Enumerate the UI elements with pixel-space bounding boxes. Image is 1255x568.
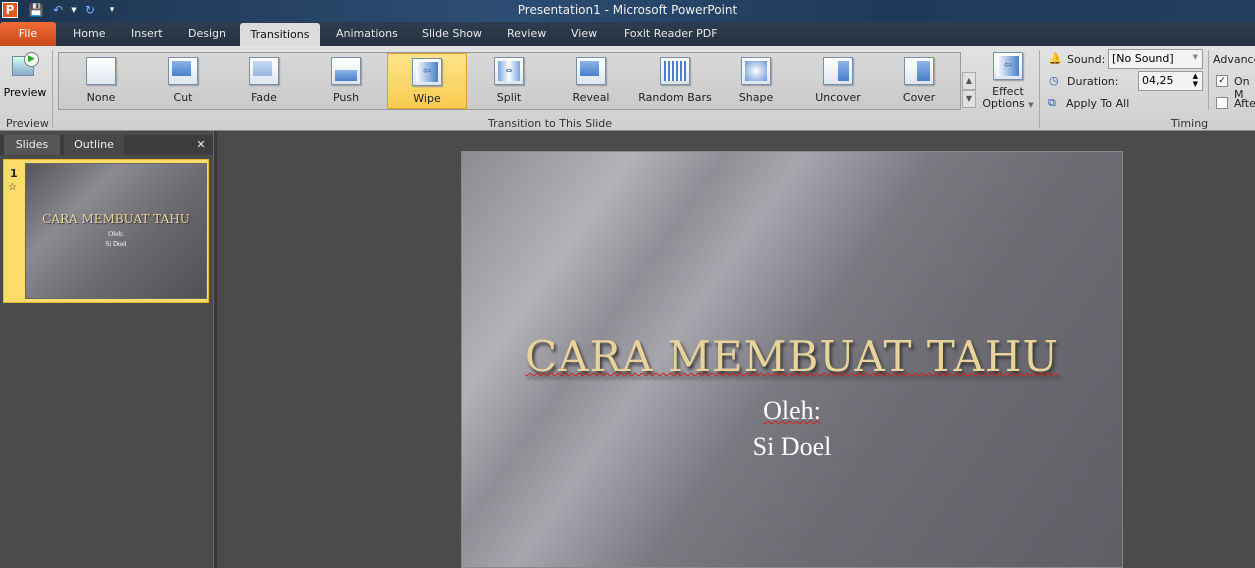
uncover-icon [823, 57, 853, 85]
apply-to-all-button[interactable]: Apply To All [1066, 97, 1129, 110]
slide-number: 1 [10, 167, 18, 180]
tab-slide-show[interactable]: Slide Show [412, 22, 492, 46]
split-icon: ⇔ [494, 57, 524, 85]
slide-thumbnail-1[interactable]: 1 ☆ CARA MEMBUAT TAHU Oleh: Si Doel [3, 159, 209, 303]
transition-split[interactable]: ⇔ Split [469, 53, 549, 109]
on-mouse-click-checkbox[interactable]: ✓ [1216, 75, 1228, 87]
fade-icon [249, 57, 279, 85]
group-label-transition: Transition to This Slide [488, 117, 613, 130]
duration-spinner[interactable]: 04,25 ▲ ▼ [1138, 71, 1203, 91]
shape-icon [741, 57, 771, 85]
cover-icon [904, 57, 934, 85]
separator [1208, 50, 1209, 110]
group-label-timing: Timing [1171, 117, 1209, 130]
tab-transitions[interactable]: Transitions [240, 23, 320, 46]
separator [1039, 50, 1040, 128]
tab-foxit-reader-pdf[interactable]: Foxit Reader PDF [614, 22, 728, 46]
after-label: Afte [1234, 97, 1255, 110]
slide-canvas[interactable]: CARA MEMBUAT TAHU Oleh: Si Doel [461, 151, 1123, 568]
duration-label: Duration: [1067, 75, 1119, 88]
after-checkbox[interactable] [1216, 97, 1228, 109]
tab-outline[interactable]: Outline [64, 135, 124, 155]
clock-icon: ◷ [1049, 74, 1059, 87]
transition-gallery: None Cut Fade Push ⇦ Wipe ⇔ Split Reveal R… [58, 52, 961, 110]
dropdown-arrow-icon: ▼ [1192, 53, 1198, 61]
random-bars-icon [660, 57, 690, 85]
transition-uncover[interactable]: Uncover [798, 53, 878, 109]
reveal-icon [576, 57, 606, 85]
tab-view[interactable]: View [561, 22, 607, 46]
effect-options-icon: ⇦ [993, 52, 1023, 80]
tab-design[interactable]: Design [178, 22, 236, 46]
transition-cut[interactable]: Cut [143, 53, 223, 109]
slide-title[interactable]: CARA MEMBUAT TAHU [462, 332, 1122, 381]
title-bar: P 💾 ↶ ▼ ↻ ▾ Presentation1 - Microsoft Po… [0, 0, 1255, 22]
ribbon-tabs: File Home Insert Design Transitions Anim… [0, 22, 1255, 46]
slide-subtitle-line2[interactable]: Si Doel [462, 432, 1122, 462]
tab-home[interactable]: Home [63, 22, 115, 46]
sound-label: Sound: [1067, 53, 1106, 66]
wipe-icon: ⇦ [412, 58, 442, 86]
transition-star-icon[interactable]: ☆ [8, 182, 17, 193]
separator [52, 50, 53, 128]
transition-wipe[interactable]: ⇦ Wipe [387, 53, 467, 109]
preview-icon: ▶ [10, 50, 40, 80]
transition-none[interactable]: None [61, 53, 141, 109]
sound-dropdown[interactable]: [No Sound] ▼ [1108, 49, 1203, 69]
group-label-preview: Preview [6, 117, 49, 130]
slide-subtitle-line1[interactable]: Oleh: [462, 396, 1122, 426]
preview-button[interactable]: ▶ Preview [2, 50, 48, 99]
none-icon [86, 57, 116, 85]
gallery-scroll-up[interactable]: ▲ [962, 72, 976, 90]
thumbnail-preview: CARA MEMBUAT TAHU Oleh: Si Doel [25, 163, 207, 299]
dropdown-arrow-icon: ▼ [1028, 101, 1034, 109]
apply-to-all-icon: ⧉ [1048, 96, 1056, 109]
ribbon: ▶ Preview Preview None Cut Fade Push ⇦ Wi… [0, 46, 1255, 131]
tab-slides[interactable]: Slides [4, 135, 60, 155]
panel-splitter[interactable] [213, 131, 217, 568]
transition-push[interactable]: Push [306, 53, 386, 109]
window-title: Presentation1 - Microsoft PowerPoint [517, 3, 738, 17]
transition-shape[interactable]: Shape [716, 53, 796, 109]
panel-tabs: Slides Outline ✕ [0, 135, 213, 155]
transition-cover[interactable]: Cover [879, 53, 959, 109]
transition-random-bars[interactable]: Random Bars [635, 53, 715, 109]
tab-insert[interactable]: Insert [121, 22, 173, 46]
transition-reveal[interactable]: Reveal [551, 53, 631, 109]
effect-options-button[interactable]: ⇦ Effect Options ▼ [980, 52, 1036, 111]
gallery-scroll-down[interactable]: ▼ [962, 90, 976, 108]
sound-icon: 🔔 [1048, 52, 1062, 65]
push-icon [331, 57, 361, 85]
transition-fade[interactable]: Fade [224, 53, 304, 109]
tab-file[interactable]: File [0, 22, 56, 46]
spinner-arrows-icon[interactable]: ▲ ▼ [1193, 72, 1198, 88]
tab-animations[interactable]: Animations [326, 22, 408, 46]
advance-slide-label: Advance [1213, 53, 1255, 66]
cut-icon [168, 57, 198, 85]
close-panel-icon[interactable]: ✕ [192, 135, 210, 155]
tab-review[interactable]: Review [497, 22, 556, 46]
